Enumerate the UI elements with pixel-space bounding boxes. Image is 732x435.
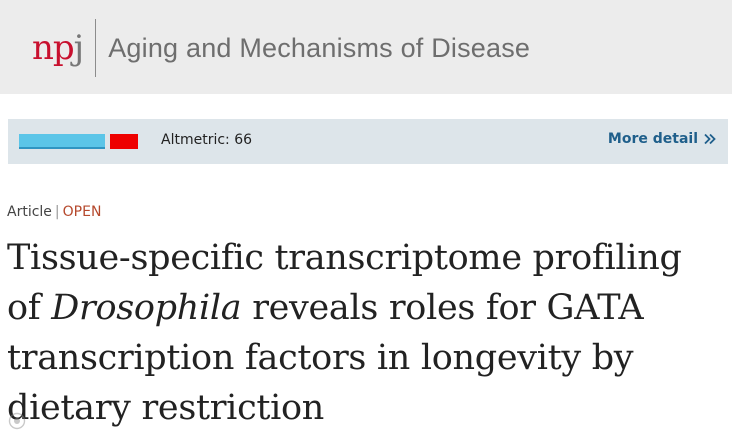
- journal-brand[interactable]: npj Aging and Mechanisms of Disease: [32, 19, 530, 77]
- article-type: Article: [7, 204, 52, 220]
- article-title: Tissue-specific transcriptome profiling …: [7, 233, 722, 433]
- watermark: [8, 412, 26, 430]
- journal-title[interactable]: Aging and Mechanisms of Disease: [108, 33, 530, 64]
- altmetric-badge-blue[interactable]: [19, 134, 105, 149]
- article-meta: Article | OPEN: [7, 204, 101, 220]
- altmetric-badge-red[interactable]: [110, 134, 138, 149]
- npj-logo[interactable]: npj: [32, 28, 85, 68]
- brand-divider: [95, 19, 97, 77]
- open-access-label: OPEN: [62, 204, 102, 220]
- more-detail-link[interactable]: More detail: [608, 131, 716, 147]
- altmetric-bar: Altmetric: 66 More detail: [8, 119, 728, 164]
- logo-letter-n: n: [32, 28, 54, 68]
- meta-separator: |: [54, 204, 60, 220]
- watermark-icon: [8, 412, 26, 430]
- altmetric-score: Altmetric: 66: [161, 132, 253, 148]
- title-species: Drosophila: [51, 288, 242, 328]
- logo-letter-j: j: [73, 28, 85, 68]
- logo-letter-p: p: [52, 28, 75, 68]
- site-header: npj Aging and Mechanisms of Disease: [0, 0, 732, 94]
- more-detail-label: More detail: [607, 131, 698, 147]
- double-chevron-right-icon: [704, 133, 716, 145]
